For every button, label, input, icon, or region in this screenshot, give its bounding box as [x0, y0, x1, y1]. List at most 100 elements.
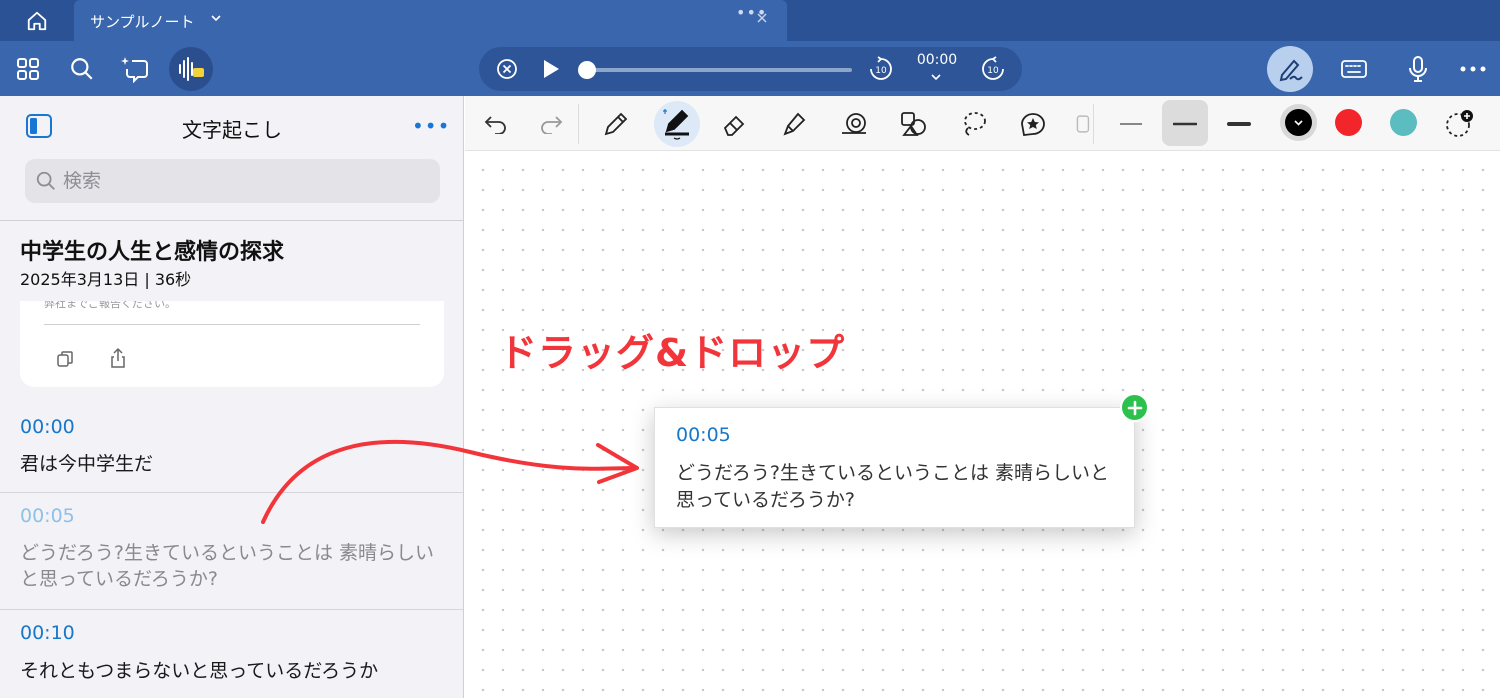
add-color-button[interactable]	[1441, 106, 1477, 142]
playback-progress-track[interactable]	[587, 68, 852, 72]
segment-time[interactable]: 00:05	[20, 505, 75, 527]
divider	[44, 324, 420, 325]
tab-title: サンプルノート	[90, 13, 195, 31]
share-icon[interactable]	[108, 347, 128, 369]
home-icon	[27, 11, 47, 30]
svg-text:10: 10	[987, 66, 999, 76]
rewind-10-icon: 10	[870, 56, 892, 80]
pen-tool[interactable]	[659, 106, 695, 142]
color-black[interactable]	[1285, 109, 1312, 136]
plus-icon	[1127, 400, 1142, 415]
pen-mode-button[interactable]	[1267, 46, 1313, 92]
eraser-tool[interactable]	[717, 106, 753, 142]
stop-icon[interactable]	[496, 58, 518, 80]
keyboard-button[interactable]	[1336, 51, 1372, 87]
ai-sparkle-icon	[121, 57, 148, 83]
rewind-10-button[interactable]: 10	[868, 56, 894, 86]
stroke-thin[interactable]	[1113, 106, 1149, 142]
playback-scrubber[interactable]	[578, 61, 596, 79]
color-red[interactable]	[1335, 109, 1362, 136]
more-icon	[1460, 66, 1486, 72]
microphone-icon	[1409, 56, 1427, 82]
color-teal[interactable]	[1390, 109, 1417, 136]
play-icon[interactable]	[541, 58, 561, 80]
lasso-tool[interactable]	[956, 106, 992, 142]
divider	[0, 220, 463, 221]
shape-tool[interactable]	[836, 106, 872, 142]
redo-icon	[541, 116, 563, 134]
chevron-down-icon[interactable]	[210, 12, 222, 24]
pen-icon	[663, 109, 689, 140]
highlighter-tool[interactable]	[776, 106, 812, 142]
sidebar-title: 文字起こし	[182, 118, 282, 142]
tab-sample-note[interactable]: サンプルノート •••	[74, 0, 787, 41]
search-button[interactable]	[64, 51, 100, 87]
transcription-button[interactable]	[169, 47, 213, 91]
transcript-segment[interactable]: 00:00 君は今中学生だ	[0, 396, 463, 492]
audio-player: 10 00:00 10	[479, 47, 1022, 91]
stroke-thick-icon	[1227, 122, 1251, 126]
sidebar-more-button[interactable]: •••	[412, 114, 450, 138]
drawing-toolbar	[465, 96, 1500, 151]
search-field[interactable]	[25, 159, 440, 203]
highlighter-icon	[783, 112, 806, 136]
shape-lasso-icon	[842, 113, 866, 134]
note-meta: 2025年3月13日 | 36秒	[20, 270, 192, 289]
transcription-sidebar: 文字起こし ••• 中学生の人生と感情の探求 2025年3月13日 | 36秒 …	[0, 96, 464, 698]
sticker-tool[interactable]	[1015, 106, 1051, 142]
transcript-segment[interactable]: 00:10 それともつまらないと思っているだろうか	[0, 610, 463, 698]
divider	[578, 104, 579, 144]
stroke-thick[interactable]	[1221, 106, 1257, 142]
sticker-icon	[1021, 113, 1045, 136]
segment-text: それともつまらないと思っているだろうか	[20, 660, 379, 682]
pen-mode-icon	[1279, 59, 1303, 82]
card-text: どうだろう?生きているということは 素晴らしいと思っているだろうか?	[676, 462, 1109, 511]
lasso-icon	[964, 112, 986, 136]
shapes-icon	[901, 112, 926, 136]
forward-10-button[interactable]: 10	[980, 56, 1006, 86]
search-icon	[36, 171, 55, 190]
undo-icon	[484, 116, 506, 134]
drag-drop-annotation: ドラッグ&ドロップ	[499, 331, 846, 375]
microphone-button[interactable]	[1400, 51, 1436, 87]
summary-card: 弊社までご報告ください。	[20, 301, 444, 387]
segment-time[interactable]: 00:10	[20, 622, 75, 644]
dragged-transcript-card[interactable]: 00:05 どうだろう?生きているということは 素晴らしいと思っているだろうか?	[654, 407, 1135, 528]
playback-time: 00:00	[916, 52, 958, 68]
add-badge	[1120, 393, 1149, 422]
segment-time[interactable]: 00:00	[20, 416, 75, 438]
copy-icon[interactable]	[55, 349, 75, 369]
pencil-icon	[604, 112, 628, 136]
eraser-icon	[723, 115, 745, 136]
keyboard-icon	[1341, 60, 1367, 78]
card-time: 00:05	[676, 424, 731, 446]
add-color-icon	[1446, 110, 1473, 137]
ai-assist-button[interactable]	[117, 51, 153, 87]
segment-text: どうだろう?生きているということは 素晴らしいと思っているだろうか?	[20, 542, 434, 590]
more-button[interactable]	[1455, 51, 1491, 87]
pages-grid-button[interactable]	[10, 51, 46, 87]
note-title: 中学生の人生と感情の探求	[20, 240, 285, 265]
divider	[1093, 104, 1094, 144]
svg-text:10: 10	[875, 66, 887, 76]
main-toolbar: 10 00:00 10	[0, 41, 1500, 96]
segment-text: 君は今中学生だ	[20, 453, 154, 475]
transcript-segment-dragging[interactable]: 00:05 どうだろう?生きているということは 素晴らしいと思っているだろうか?	[0, 493, 463, 609]
close-icon[interactable]	[756, 12, 768, 24]
redo-button[interactable]	[533, 106, 569, 142]
pencil-tool[interactable]	[598, 106, 634, 142]
shapes-tool[interactable]	[896, 106, 932, 142]
transcription-icon	[179, 57, 204, 81]
home-button[interactable]	[0, 0, 74, 41]
undo-button[interactable]	[478, 106, 514, 142]
stroke-medium[interactable]	[1167, 106, 1203, 142]
chevron-down-icon[interactable]	[930, 72, 942, 82]
search-input[interactable]	[63, 159, 423, 203]
more-tools-button[interactable]	[1068, 106, 1090, 142]
tab-bar: サンプルノート •••	[0, 0, 1500, 41]
stroke-medium-icon	[1173, 122, 1197, 126]
search-icon	[71, 58, 93, 80]
sidebar-header: 文字起こし •••	[0, 96, 463, 156]
summary-text: 弊社までご報告ください。	[44, 301, 176, 310]
stroke-thin-icon	[1120, 123, 1142, 125]
